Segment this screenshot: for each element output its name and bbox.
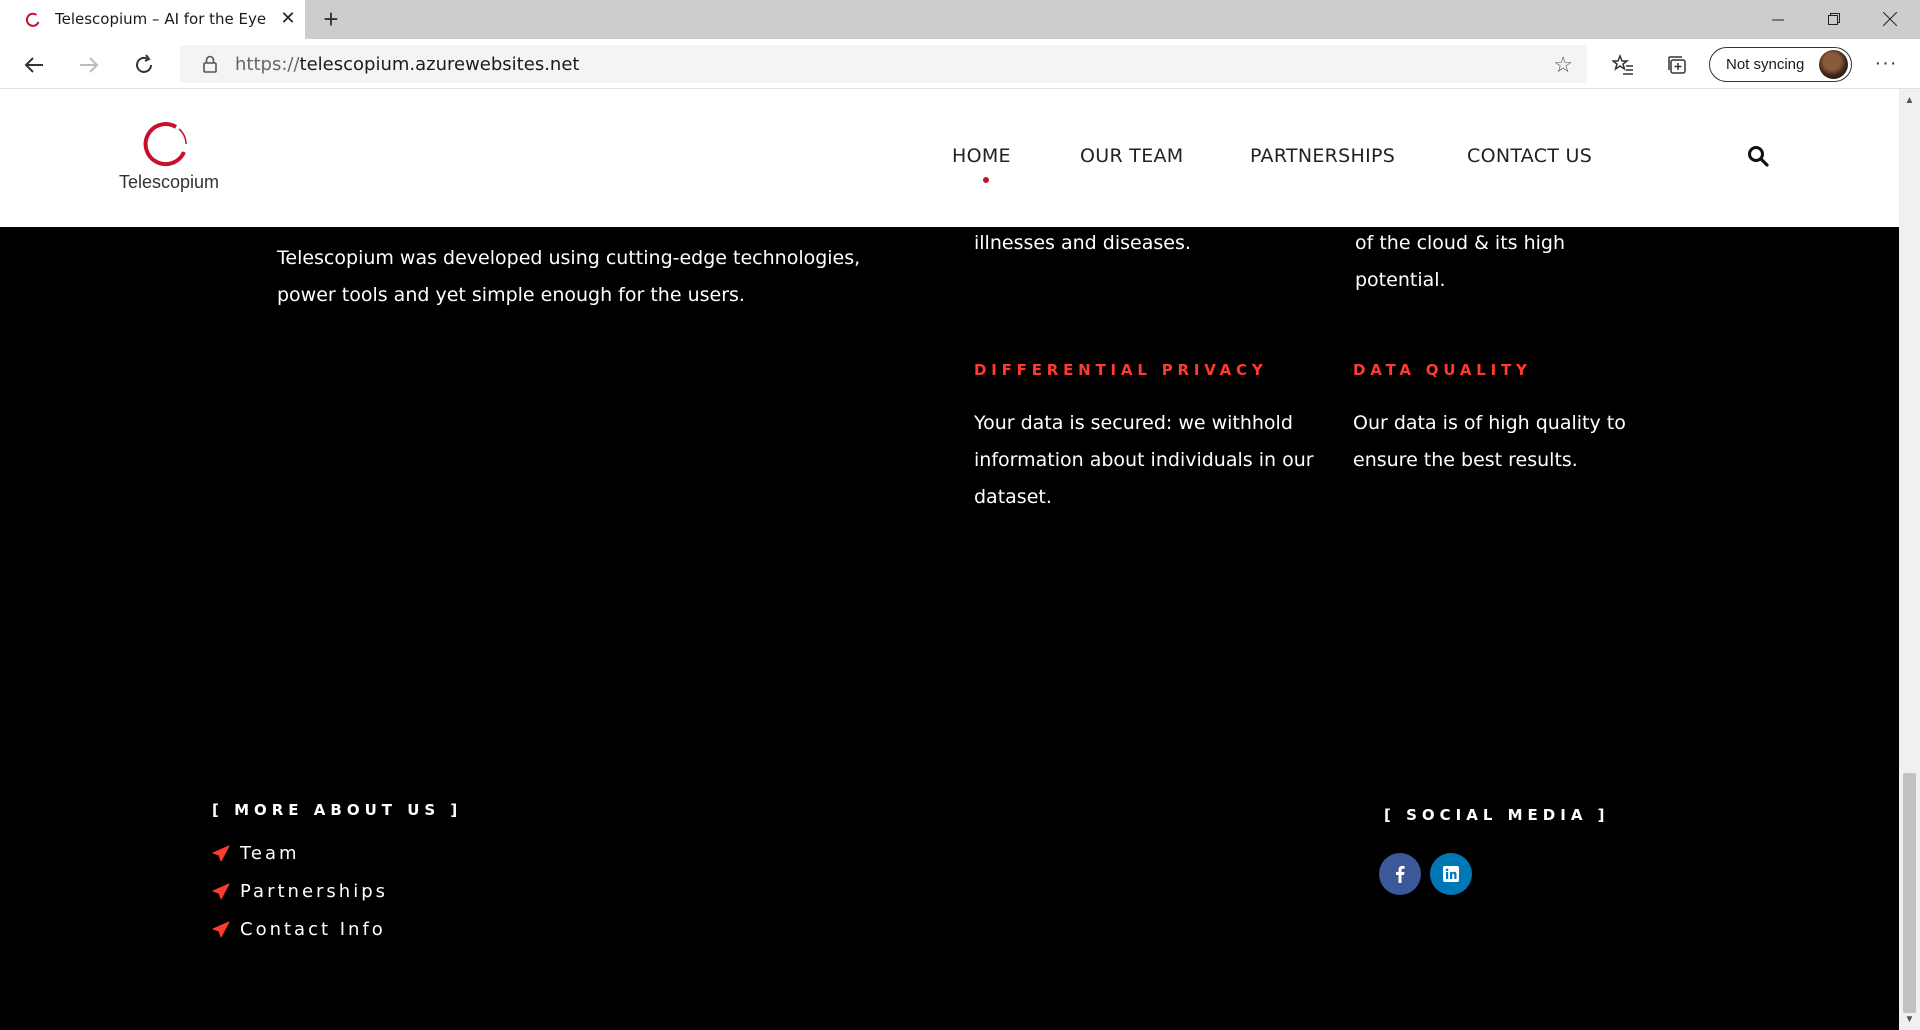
url-scheme: https:// [235, 54, 300, 75]
nav-partnerships[interactable]: PARTNERSHIPS [1250, 145, 1395, 167]
site-header: Telescopium HOME OUR TEAM PARTNERSHIPS C… [0, 89, 1899, 227]
lock-icon [203, 55, 217, 73]
cloud-line-1: of the cloud & its high [1355, 232, 1566, 254]
social-media-heading: [ SOCIAL MEDIA ] [1384, 806, 1610, 824]
avatar [1819, 50, 1848, 79]
page-scrollbar[interactable]: ▲ ▼ [1899, 89, 1920, 1030]
facebook-icon [1396, 865, 1405, 883]
browser-toolbar: https://telescopium.azurewebsites.net ☆ … [0, 39, 1920, 89]
privacy-line-1: Your data is secured: we withhold [974, 412, 1293, 434]
footer-link-label: Contact Info [240, 919, 386, 940]
active-nav-indicator [983, 177, 989, 183]
scrollbar-thumb[interactable] [1903, 773, 1916, 1013]
paper-plane-icon [212, 883, 230, 900]
url-text[interactable]: https://telescopium.azurewebsites.net [235, 54, 579, 75]
nav-our-team[interactable]: OUR TEAM [1080, 145, 1184, 167]
cloud-text-partial: of the cloud & its high potential. [1355, 225, 1565, 299]
more-about-us-heading: [ MORE ABOUT US ] [212, 801, 463, 819]
browser-window: Telescopium – AI for the Eye ✕ + https:/… [0, 0, 1920, 1030]
privacy-line-3: dataset. [974, 486, 1052, 508]
linkedin-link[interactable] [1430, 853, 1472, 895]
more-dots-icon: ··· [1874, 52, 1898, 74]
refresh-button[interactable] [128, 49, 160, 81]
favorites-list-icon [1610, 53, 1633, 75]
tab-telescopium[interactable]: Telescopium – AI for the Eye ✕ [0, 0, 305, 39]
tab-strip: Telescopium – AI for the Eye ✕ + [0, 0, 1920, 39]
paper-plane-icon [212, 921, 230, 938]
logo-text: Telescopium [118, 172, 220, 192]
favorites-button[interactable] [1607, 49, 1639, 81]
intro-line-2: power tools and yet simple enough for th… [277, 284, 745, 306]
scroll-up-icon[interactable]: ▲ [1904, 95, 1915, 106]
favorite-star-icon[interactable]: ☆ [1553, 52, 1573, 78]
nav-home[interactable]: HOME [952, 145, 1011, 167]
feature-text-partial: illnesses and diseases. [974, 232, 1191, 254]
paper-plane-icon [212, 845, 230, 862]
footer-link-contact-info[interactable]: Contact Info [212, 919, 386, 940]
site-favicon-icon [25, 12, 40, 27]
refresh-icon [136, 54, 152, 73]
close-icon [1882, 11, 1898, 27]
collections-icon [1668, 56, 1686, 74]
facebook-link[interactable] [1379, 853, 1421, 895]
back-button[interactable] [18, 49, 50, 81]
address-bar[interactable]: https://telescopium.azurewebsites.net ☆ [180, 45, 1587, 83]
minimize-icon [1772, 19, 1784, 21]
intro-text: Telescopium was developed using cutting-… [277, 240, 860, 314]
logo-ring-icon [143, 122, 187, 167]
quality-line-1: Our data is of high quality to [1353, 412, 1626, 434]
cloud-line-2: potential. [1355, 269, 1446, 291]
url-host: telescopium.azurewebsites.net [299, 54, 580, 75]
search-icon[interactable] [1746, 144, 1770, 168]
web-page: Telescopium HOME OUR TEAM PARTNERSHIPS C… [0, 89, 1899, 1030]
collections-button[interactable] [1661, 49, 1693, 81]
footer-link-label: Partnerships [240, 881, 389, 902]
footer-link-partnerships[interactable]: Partnerships [212, 881, 388, 902]
forward-arrow-icon [80, 57, 99, 73]
tab-title: Telescopium – AI for the Eye [55, 10, 267, 28]
linkedin-icon [1443, 866, 1459, 882]
feature-text-data-quality: Our data is of high quality to ensure th… [1353, 405, 1626, 479]
footer-link-label: Team [240, 843, 300, 864]
privacy-line-2: information about individuals in our [974, 449, 1314, 471]
back-arrow-icon [24, 57, 43, 73]
restore-icon [1828, 13, 1840, 25]
feature-title-data-quality: DATA QUALITY [1353, 361, 1532, 379]
feature-text-differential-privacy: Your data is secured: we withhold inform… [974, 405, 1314, 516]
footer-link-team[interactable]: Team [212, 843, 300, 864]
restore-button[interactable] [1806, 0, 1862, 39]
settings-more-button[interactable]: ··· [1870, 49, 1902, 81]
tab-close-icon[interactable]: ✕ [278, 8, 298, 28]
feature-title-differential-privacy: DIFFERENTIAL PRIVACY [974, 361, 1268, 379]
profile-sync-button[interactable]: Not syncing [1709, 47, 1852, 82]
new-tab-button[interactable]: + [318, 6, 344, 32]
close-window-button[interactable] [1862, 0, 1918, 39]
sync-status-label: Not syncing [1726, 56, 1805, 73]
forward-button[interactable] [73, 49, 105, 81]
quality-line-2: ensure the best results. [1353, 449, 1578, 471]
intro-line-1: Telescopium was developed using cutting-… [277, 247, 861, 269]
minimize-button[interactable] [1750, 0, 1806, 39]
nav-contact-us[interactable]: CONTACT US [1467, 145, 1592, 167]
scroll-down-icon[interactable]: ▼ [1904, 1014, 1915, 1025]
site-logo[interactable]: Telescopium [114, 120, 224, 200]
